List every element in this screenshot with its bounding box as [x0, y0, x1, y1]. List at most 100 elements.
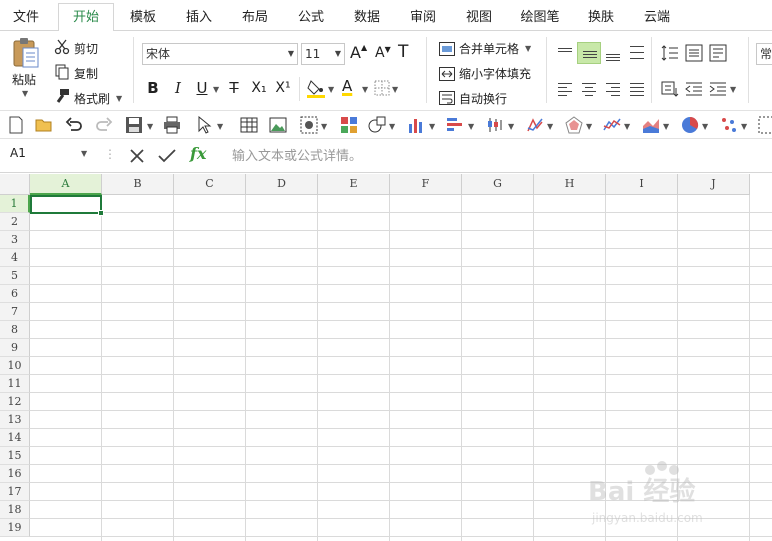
new-document-icon[interactable]	[7, 116, 25, 134]
insert-function-button[interactable]: fx	[190, 144, 206, 163]
tab-formulas[interactable]: 公式	[290, 6, 332, 31]
column-header-i[interactable]: I	[606, 174, 678, 195]
fill-handle[interactable]	[98, 210, 104, 216]
save-dropdown-icon[interactable]: ▼	[147, 122, 153, 131]
row-header-7[interactable]: 7	[0, 303, 30, 321]
tab-home[interactable]: 开始	[58, 3, 114, 32]
font-size-select[interactable]: 11 ▼	[301, 43, 345, 65]
paste-dropdown-icon[interactable]: ▼	[22, 89, 28, 98]
name-box[interactable]: A1	[10, 146, 26, 160]
confirm-icon[interactable]	[158, 149, 176, 163]
row-header-17[interactable]: 17	[0, 483, 30, 501]
column-chart-dropdown-icon[interactable]: ▼	[429, 122, 435, 131]
clear-format-button[interactable]: T	[398, 42, 408, 62]
fill-color-icon[interactable]	[306, 78, 326, 98]
align-top-button[interactable]	[553, 42, 577, 64]
column-header-g[interactable]: G	[462, 174, 534, 195]
strikethrough-button[interactable]: T	[225, 78, 243, 98]
row-header-16[interactable]: 16	[0, 465, 30, 483]
indent-dropdown-icon[interactable]: ▼	[730, 85, 736, 94]
borders-dropdown-icon[interactable]: ▼	[392, 85, 398, 94]
active-cell-a1[interactable]	[30, 195, 104, 216]
column-header-c[interactable]: C	[174, 174, 246, 195]
shapes-dropdown-icon[interactable]: ▼	[389, 122, 395, 131]
borders-icon[interactable]	[374, 80, 390, 96]
format-painter-button[interactable]: 格式刷	[74, 90, 110, 107]
increase-indent-icon[interactable]	[709, 80, 727, 98]
cut-button[interactable]: 剪切	[74, 40, 98, 57]
underline-dropdown-icon[interactable]: ▼	[213, 85, 219, 94]
line-chart-icon[interactable]	[603, 116, 621, 134]
tab-file[interactable]: 文件	[4, 6, 48, 31]
row-header-1[interactable]: 1	[0, 195, 30, 213]
row-header-4[interactable]: 4	[0, 249, 30, 267]
increase-font-button[interactable]: A▲	[350, 43, 367, 62]
tab-draw[interactable]: 绘图笔	[514, 6, 566, 31]
row-header-13[interactable]: 13	[0, 411, 30, 429]
copy-button[interactable]: 复制	[74, 65, 98, 82]
fill-color-dropdown-icon[interactable]: ▼	[328, 85, 334, 94]
cancel-icon[interactable]	[129, 148, 145, 164]
area-chart-icon[interactable]	[642, 116, 660, 134]
bar-chart-icon[interactable]	[446, 116, 464, 134]
drag-handle-icon[interactable]: ⋮	[104, 147, 116, 161]
row-header-12[interactable]: 12	[0, 393, 30, 411]
subscript-button[interactable]: X₁	[248, 78, 270, 98]
row-header-10[interactable]: 10	[0, 357, 30, 375]
screenshot-dropdown-icon[interactable]: ▼	[321, 122, 327, 131]
row-header-2[interactable]: 2	[0, 213, 30, 231]
align-middle-button[interactable]	[577, 42, 601, 64]
justify-button[interactable]	[625, 78, 649, 100]
save-icon[interactable]	[125, 116, 143, 134]
tab-review[interactable]: 审阅	[402, 6, 444, 31]
decrease-indent-icon[interactable]	[685, 80, 703, 98]
row-header-11[interactable]: 11	[0, 375, 30, 393]
tab-cloud[interactable]: 云端	[636, 6, 678, 31]
line-chart-dropdown-icon[interactable]: ▼	[624, 122, 630, 131]
row-header-9[interactable]: 9	[0, 339, 30, 357]
shrink-to-fit-button[interactable]: 缩小字体填充	[459, 65, 531, 82]
tab-templates[interactable]: 模板	[122, 6, 164, 31]
font-name-select[interactable]: 宋体 ▼	[142, 43, 298, 65]
tab-skin[interactable]: 换肤	[580, 6, 622, 31]
column-header-f[interactable]: F	[390, 174, 462, 195]
redo-icon[interactable]	[95, 116, 113, 134]
print-icon[interactable]	[163, 116, 181, 134]
column-header-b[interactable]: B	[102, 174, 174, 195]
distributed-align-icon[interactable]	[685, 44, 703, 62]
pie-chart-dropdown-icon[interactable]: ▼	[702, 122, 708, 131]
radar-chart-dropdown-icon[interactable]: ▼	[586, 122, 592, 131]
row-header-15[interactable]: 15	[0, 447, 30, 465]
column-header-j[interactable]: J	[678, 174, 750, 195]
bubble-chart-dropdown-icon[interactable]: ▼	[741, 122, 747, 131]
shapes-icon[interactable]	[368, 116, 386, 134]
merge-cells-button[interactable]: 合并单元格	[459, 40, 519, 57]
row-header-14[interactable]: 14	[0, 429, 30, 447]
row-header-19[interactable]: 19	[0, 519, 30, 537]
undo-icon[interactable]	[65, 116, 83, 134]
align-bottom-button[interactable]	[601, 42, 625, 64]
table-icon[interactable]	[240, 116, 258, 134]
cell-styles-select[interactable]: 常	[756, 43, 772, 65]
bar-chart-dropdown-icon[interactable]: ▼	[468, 122, 474, 131]
more-charts-icon[interactable]	[758, 116, 772, 134]
smartart-icon[interactable]	[340, 116, 358, 134]
select-pointer-icon[interactable]	[196, 116, 214, 134]
tab-layout[interactable]: 布局	[234, 6, 276, 31]
font-color-button[interactable]: A	[342, 77, 352, 95]
column-chart-icon[interactable]	[407, 116, 425, 134]
row-header-8[interactable]: 8	[0, 321, 30, 339]
align-left-button[interactable]	[553, 78, 577, 100]
select-all-corner[interactable]	[0, 174, 30, 195]
stock-chart-dropdown-icon[interactable]: ▼	[508, 122, 514, 131]
merge-cells-dropdown-icon[interactable]: ▼	[525, 44, 531, 53]
select-dropdown-icon[interactable]: ▼	[217, 122, 223, 131]
superscript-button[interactable]: X¹	[272, 78, 294, 98]
align-center-button[interactable]	[577, 78, 601, 100]
stock-chart-icon[interactable]	[486, 116, 504, 134]
row-header-6[interactable]: 6	[0, 285, 30, 303]
pie-chart-icon[interactable]	[681, 116, 699, 134]
format-painter-dropdown-icon[interactable]: ▼	[116, 94, 122, 103]
tab-data[interactable]: 数据	[346, 6, 388, 31]
align-right-button[interactable]	[601, 78, 625, 100]
